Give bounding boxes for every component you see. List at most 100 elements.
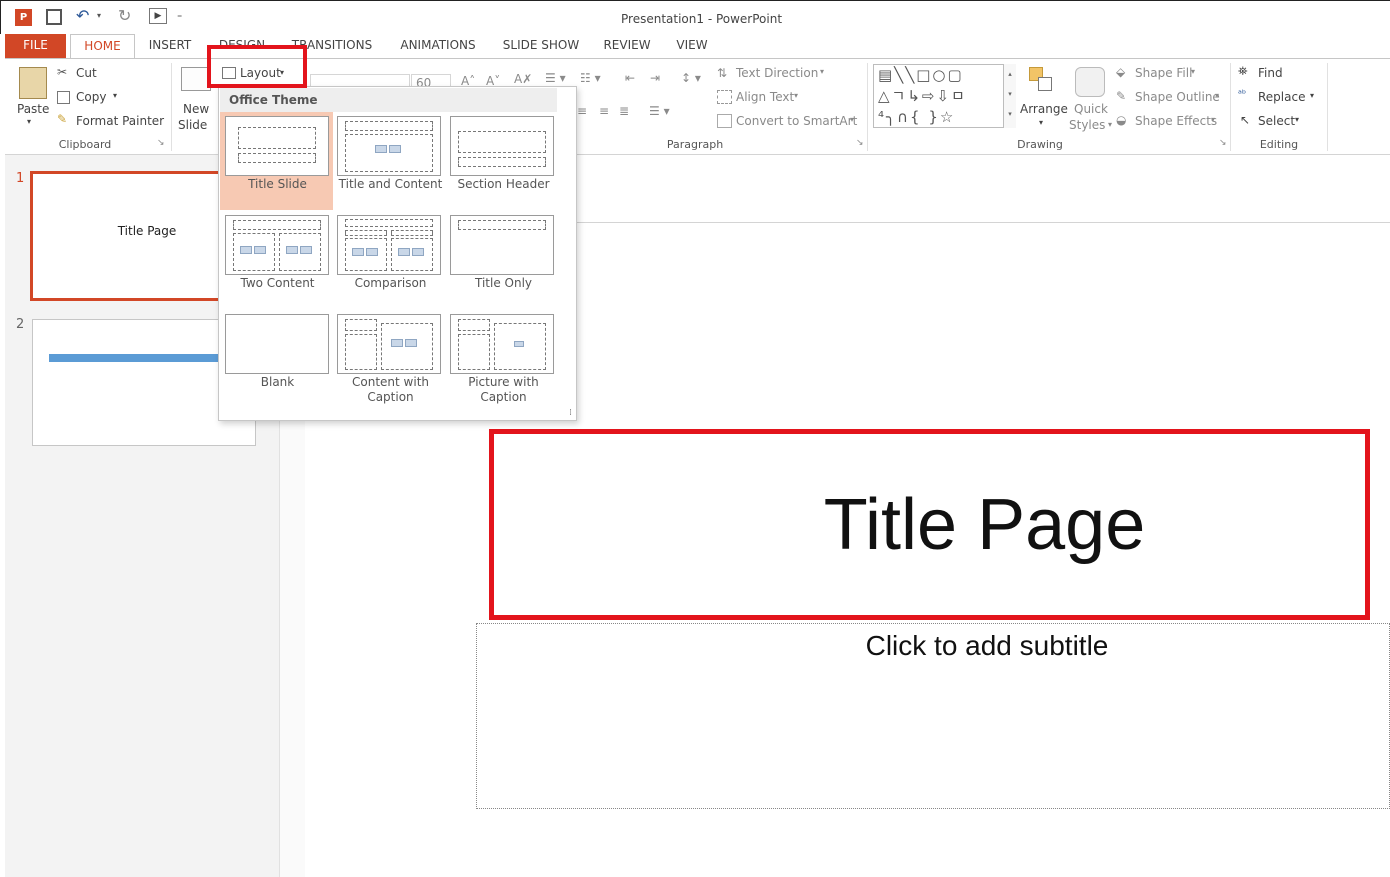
shapes-gallery[interactable]: ▤╲╲□○▢ △ㄱ↳⇨⇩ㅁ ⁴╮∩{ }☆	[873, 64, 1016, 128]
layout-label: Title Slide	[248, 177, 307, 191]
new-slide-button[interactable]: New	[183, 102, 209, 116]
layout-preview	[225, 314, 329, 374]
select-dropdown-icon[interactable]: ▾	[1295, 115, 1299, 124]
format-painter-button[interactable]: Format Painter	[76, 114, 164, 128]
resize-grip-icon[interactable]: ⁞	[569, 408, 572, 418]
line-spacing-icon[interactable]: ↕ ▾	[681, 71, 701, 85]
slide-top-edge	[560, 222, 1390, 223]
shape-effects-icon: ◒	[1116, 113, 1127, 127]
layout-title-slide[interactable]: Title Slide	[220, 112, 333, 210]
text-direction-dropdown-icon[interactable]: ▾	[820, 67, 824, 76]
columns-icon[interactable]: ☰ ▾	[649, 104, 670, 118]
picture-icon	[514, 341, 524, 347]
cut-button[interactable]: Cut	[76, 66, 97, 80]
tab-view[interactable]: VIEW	[668, 34, 716, 58]
subtitle-placeholder[interactable]: Click to add subtitle	[476, 623, 1390, 809]
shape-fill-dropdown-icon[interactable]: ▾	[1191, 67, 1195, 76]
find-button[interactable]: Find	[1258, 66, 1283, 80]
layout-content-with-caption[interactable]: Content with Caption	[333, 310, 446, 420]
tab-file[interactable]: FILE	[5, 34, 66, 58]
layout-preview	[337, 314, 441, 374]
shape-outline-icon: ✎	[1116, 89, 1127, 103]
shape-fill-button[interactable]: Shape Fill	[1135, 66, 1192, 80]
tab-animations[interactable]: ANIMATIONS	[390, 34, 486, 58]
tab-review[interactable]: REVIEW	[597, 34, 657, 58]
slide-title-text[interactable]: Title Page	[714, 484, 1146, 566]
layout-label: Content with	[352, 375, 429, 389]
quick-styles-dropdown-icon[interactable]: ▾	[1108, 120, 1112, 129]
layout-preview	[225, 116, 329, 176]
content-icon	[398, 248, 410, 256]
shape-fill-icon: ⬙	[1116, 65, 1126, 79]
drawing-launcher-icon[interactable]: ↘	[1219, 138, 1227, 148]
content-icon	[391, 339, 403, 347]
layout-gallery-header: Office Theme	[220, 88, 557, 112]
content-icon	[389, 145, 401, 153]
layout-preview	[450, 116, 554, 176]
content-icon	[300, 246, 312, 254]
align-center-icon[interactable]: ≡	[577, 104, 587, 118]
convert-smartart-dropdown-icon[interactable]: ▾	[850, 115, 854, 124]
clipboard-launcher-icon[interactable]: ↘	[157, 138, 165, 148]
bullets-icon[interactable]: ☰ ▾	[545, 71, 566, 85]
layout-label: Title Only	[474, 276, 533, 290]
quick-styles-button[interactable]: Quick	[1074, 102, 1108, 116]
arrange-dropdown-icon[interactable]: ▾	[1039, 118, 1043, 127]
layout-comparison[interactable]: Comparison	[333, 211, 446, 309]
layout-section-header[interactable]: Section Header	[446, 112, 559, 210]
convert-smartart-button[interactable]: Convert to SmartArt	[736, 114, 857, 128]
title-bar: P ↶ ▾ ↻ ▶ ₌ Presentation1 - PowerPoint	[0, 0, 1390, 34]
align-text-button[interactable]: Align Text	[736, 90, 794, 104]
content-icon	[240, 246, 252, 254]
quick-styles-icon	[1075, 67, 1105, 97]
shapes-gallery-scroll[interactable]: ▴ ▾ ▾	[1003, 64, 1016, 128]
layout-picture-with-caption[interactable]: Picture with Caption	[446, 310, 559, 420]
select-button[interactable]: Select	[1258, 114, 1295, 128]
content-icon	[405, 339, 417, 347]
copy-button[interactable]: Copy	[76, 90, 106, 104]
paste-icon[interactable]	[19, 67, 47, 99]
new-slide-button-line2[interactable]: Slide	[178, 118, 207, 132]
layout-label-line2: Caption	[480, 390, 527, 404]
justify-icon[interactable]: ≣	[619, 104, 629, 118]
replace-icon: ᵃᵇ	[1238, 89, 1247, 100]
layout-label: Blank	[260, 375, 295, 389]
shape-effects-button[interactable]: Shape Effects	[1135, 114, 1217, 128]
clear-formatting-icon[interactable]: A✗	[514, 72, 532, 86]
decrease-indent-icon[interactable]: ⇤	[625, 71, 635, 85]
tab-insert[interactable]: INSERT	[140, 34, 200, 58]
replace-button[interactable]: Replace	[1258, 90, 1305, 104]
title-placeholder[interactable]: Title Page	[489, 429, 1370, 620]
layout-blank[interactable]: Blank	[220, 310, 333, 420]
numbering-icon[interactable]: ☷ ▾	[580, 71, 601, 85]
paste-button[interactable]: Paste	[17, 102, 49, 116]
paste-dropdown-icon[interactable]: ▾	[27, 117, 31, 126]
shape-outline-button[interactable]: Shape Outline	[1135, 90, 1220, 104]
align-right-icon[interactable]: ≡	[599, 104, 609, 118]
layout-two-content[interactable]: Two Content	[220, 211, 333, 309]
tab-slide-show[interactable]: SLIDE SHOW	[496, 34, 586, 58]
layout-preview	[225, 215, 329, 275]
slide-number: 1	[16, 171, 25, 186]
window-title: Presentation1 - PowerPoint	[621, 12, 783, 26]
arrange-button[interactable]: Arrange	[1020, 102, 1068, 116]
text-direction-icon: ⇅	[717, 66, 728, 80]
shape-effects-dropdown-icon[interactable]: ▾	[1211, 115, 1215, 124]
content-icon	[352, 248, 364, 256]
quick-styles-button-line2[interactable]: Styles	[1069, 118, 1105, 132]
text-direction-button[interactable]: Text Direction	[736, 66, 818, 80]
layout-title-only[interactable]: Title Only	[446, 211, 559, 309]
tab-home[interactable]: HOME	[70, 34, 135, 59]
layout-button-highlight	[207, 45, 307, 88]
shape-outline-dropdown-icon[interactable]: ▾	[1215, 91, 1219, 100]
align-text-dropdown-icon[interactable]: ▾	[794, 91, 798, 100]
layout-label: Picture with	[468, 375, 539, 389]
paragraph-group-label: Paragraph	[666, 138, 724, 151]
layout-label-line2: Caption	[367, 390, 414, 404]
replace-dropdown-icon[interactable]: ▾	[1310, 91, 1314, 100]
copy-dropdown-icon[interactable]: ▾	[113, 91, 117, 100]
paragraph-launcher-icon[interactable]: ↘	[856, 138, 864, 148]
subtitle-placeholder-text[interactable]: Click to add subtitle	[477, 630, 1390, 662]
increase-indent-icon[interactable]: ⇥	[650, 71, 660, 85]
layout-title-and-content[interactable]: Title and Content	[333, 112, 446, 210]
